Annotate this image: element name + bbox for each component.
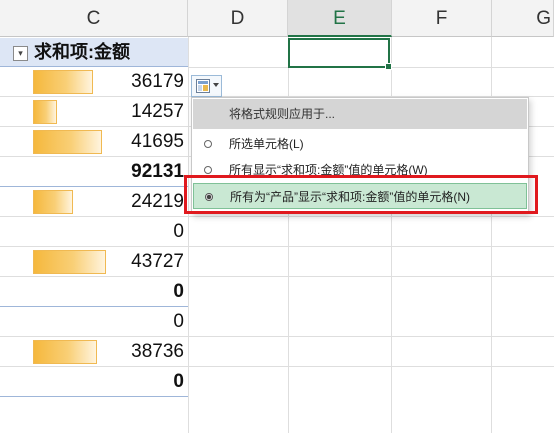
- data-bar: [33, 130, 102, 154]
- column-header-d[interactable]: D: [188, 0, 288, 37]
- column-header-c[interactable]: C: [0, 0, 188, 37]
- cell-value: 0: [173, 311, 184, 332]
- pivot-header-cell[interactable]: ▾ 求和项:金额: [0, 38, 188, 67]
- value-cell[interactable]: 41695: [0, 127, 188, 157]
- fill-handle[interactable]: [385, 63, 392, 70]
- value-cell[interactable]: 43727: [0, 247, 188, 277]
- cell-value: 0: [173, 221, 184, 242]
- value-cell[interactable]: 0: [0, 367, 188, 397]
- pivot-field-label: 求和项:金额: [34, 42, 130, 62]
- selected-cell[interactable]: [288, 38, 390, 68]
- menu-title: 将格式规则应用于...: [193, 99, 527, 129]
- data-bar: [33, 340, 97, 364]
- cell-value: 24219: [131, 191, 184, 212]
- chevron-down-icon: [213, 83, 219, 87]
- highlight-box: [184, 175, 538, 214]
- value-cell[interactable]: 92131: [0, 157, 188, 187]
- column-header-e[interactable]: E: [288, 0, 392, 37]
- value-cell[interactable]: 0: [0, 277, 188, 307]
- cell-value: 92131: [131, 161, 184, 182]
- menu-item-selected-cells[interactable]: 所选单元格(L): [193, 131, 527, 157]
- cell-value: 41695: [131, 131, 184, 152]
- radio-icon[interactable]: [204, 140, 212, 148]
- value-cell[interactable]: 0: [0, 307, 188, 337]
- cell-value: 43727: [131, 251, 184, 272]
- data-bar: [33, 250, 106, 274]
- value-cell[interactable]: 14257: [0, 97, 188, 127]
- value-cell[interactable]: 38736: [0, 337, 188, 367]
- radio-icon[interactable]: [204, 166, 212, 174]
- spreadsheet: C D E F G ▾ 求和项:金额 36179 14257 41695 92131 2…: [0, 0, 554, 433]
- filter-dropdown-icon[interactable]: ▾: [13, 46, 28, 61]
- menu-item-label: 所选单元格(L): [229, 137, 304, 151]
- cell-value: 0: [173, 281, 184, 302]
- data-bar: [33, 100, 57, 124]
- cell-value: 38736: [131, 341, 184, 362]
- value-cell[interactable]: 24219: [0, 187, 188, 217]
- value-cell[interactable]: 0: [0, 217, 188, 247]
- cell-value: 36179: [131, 71, 184, 92]
- cell-value: 0: [173, 371, 184, 392]
- format-painter-icon: [196, 79, 210, 93]
- data-bar: [33, 70, 93, 94]
- column-header-f[interactable]: F: [392, 0, 492, 37]
- column-header-g[interactable]: G: [492, 0, 554, 37]
- cell-value: 14257: [131, 101, 184, 122]
- formatting-options-button[interactable]: [191, 75, 222, 97]
- data-bar: [33, 190, 73, 214]
- value-cell[interactable]: 36179: [0, 67, 188, 97]
